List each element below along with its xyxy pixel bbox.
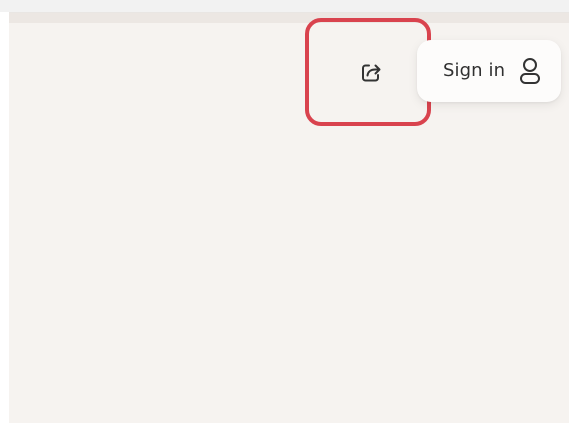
- top-strip: [0, 0, 569, 13]
- share-icon: [362, 64, 381, 82]
- sign-in-label: Sign in: [443, 60, 506, 81]
- share-button[interactable]: [348, 51, 394, 93]
- sign-in-button[interactable]: Sign in: [417, 40, 561, 102]
- app-window: Sign in: [0, 0, 569, 423]
- header-shade: [9, 13, 569, 23]
- user-icon: [520, 58, 540, 84]
- left-edge: [0, 12, 9, 423]
